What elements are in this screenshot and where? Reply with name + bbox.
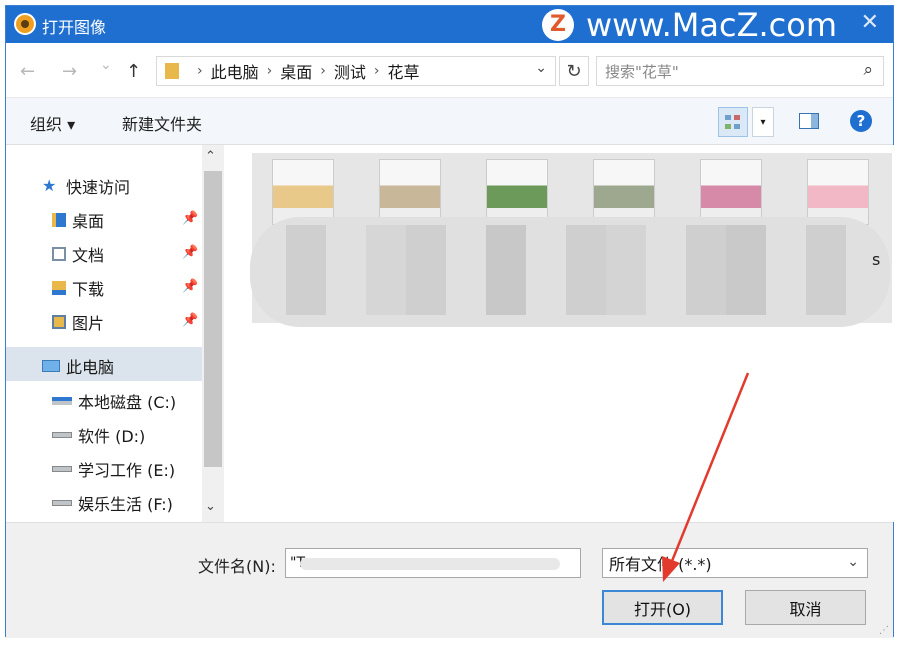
window-title: 打开图像 xyxy=(42,18,107,37)
sidebar-item-drive-c[interactable]: 本地磁盘 (C:) xyxy=(52,386,176,416)
search-placeholder: 搜索"花草" xyxy=(605,62,679,81)
sidebar-item-label: 娱乐生活 (F:) xyxy=(78,495,173,514)
pin-icon[interactable]: 📌 xyxy=(182,313,198,328)
close-icon[interactable]: ✕ xyxy=(861,10,879,35)
filename-input[interactable]: "T ⌄ xyxy=(285,548,581,578)
sidebar-item-documents[interactable]: 文档 xyxy=(52,239,104,269)
pin-icon[interactable]: 📌 xyxy=(182,279,198,294)
app-icon xyxy=(14,13,36,35)
file-type-value: 所有文件 (*.*) xyxy=(609,555,712,574)
watermark-badge: Z xyxy=(542,8,574,41)
navigation-bar: ← → ⌄ ↑ › 此电脑 › 桌面 › 测试 › 花草 ⌄ ↻ 搜索"花草" … xyxy=(6,43,893,97)
breadcrumb-this-pc[interactable]: 此电脑 xyxy=(211,59,259,83)
organize-menu[interactable]: 组织 ▾ xyxy=(30,111,75,135)
open-image-dialog: 打开图像 ✕ Z www.MacZ.com ← → ⌄ ↑ › 此电脑 › 桌面… xyxy=(5,5,895,638)
up-arrow-icon[interactable]: ↑ xyxy=(126,61,141,82)
blurred-filenames xyxy=(250,217,890,327)
drive-icon xyxy=(52,500,72,506)
filename-label: 文件名(N): xyxy=(198,557,276,576)
pictures-folder-icon xyxy=(52,315,66,329)
pink-tulips-thumbnail[interactable] xyxy=(700,159,762,225)
breadcrumb-separator[interactable]: › xyxy=(374,63,380,79)
view-mode-icon[interactable] xyxy=(718,107,748,137)
folder-icon xyxy=(165,63,179,79)
star-icon: ★ xyxy=(42,176,57,195)
pin-icon[interactable]: 📌 xyxy=(182,211,198,226)
scroll-down-icon[interactable]: ⌄ xyxy=(205,499,216,514)
pink-flowers-thumbnail[interactable] xyxy=(807,159,869,225)
drive-icon xyxy=(52,432,72,438)
sidebar-item-label: 软件 (D:) xyxy=(78,427,146,446)
sidebar-item-label: 文档 xyxy=(72,246,105,265)
green-plant-thumbnail[interactable] xyxy=(486,159,548,225)
recent-locations-icon[interactable]: ⌄ xyxy=(100,57,112,73)
sidebar-item-this-pc[interactable]: 此电脑 xyxy=(42,351,114,381)
partial-filename-text: s xyxy=(872,250,881,269)
refresh-icon[interactable]: ↻ xyxy=(559,56,589,86)
address-dropdown-icon[interactable]: ⌄ xyxy=(535,60,547,76)
search-input[interactable]: 搜索"花草" ⌕ xyxy=(596,56,884,86)
breadcrumb-separator[interactable]: › xyxy=(267,63,273,79)
sidebar-scrollbar[interactable]: ⌃ ⌄ xyxy=(202,145,224,522)
sidebar-item-label: 本地磁盘 (C:) xyxy=(78,393,177,412)
breadcrumb-desktop[interactable]: 桌面 xyxy=(280,59,312,83)
sidebar-item-drive-f[interactable]: 娱乐生活 (F:) xyxy=(52,488,173,518)
breadcrumb-flowers[interactable]: 花草 xyxy=(387,59,419,83)
sidebar-item-desktop[interactable]: 桌面 xyxy=(52,205,104,235)
open-button[interactable]: 打开(O) xyxy=(602,590,723,625)
computer-icon xyxy=(42,360,60,372)
drive-icon xyxy=(52,466,72,472)
windows-drive-icon xyxy=(52,397,72,405)
sidebar-item-pictures[interactable]: 图片 xyxy=(52,307,104,337)
breadcrumb-separator[interactable]: › xyxy=(197,63,203,79)
watermark-text: www.MacZ.com xyxy=(586,5,837,44)
sidebar-item-label: 桌面 xyxy=(72,212,105,231)
dialog-footer: 文件名(N): "T ⌄ 所有文件 (*.*) ⌄ 打开(O) 取消 ⋰ xyxy=(6,522,893,638)
forward-arrow-icon[interactable]: → xyxy=(62,61,77,82)
sidebar-item-drive-d[interactable]: 软件 (D:) xyxy=(52,420,145,450)
new-folder-button[interactable]: 新建文件夹 xyxy=(122,111,202,135)
file-type-select[interactable]: 所有文件 (*.*) ⌄ xyxy=(602,548,868,578)
back-arrow-icon[interactable]: ← xyxy=(20,61,35,82)
documents-folder-icon xyxy=(52,247,66,261)
command-toolbar: 组织 ▾ 新建文件夹 ▾ ? xyxy=(6,97,893,145)
breadcrumb-separator[interactable]: › xyxy=(320,63,326,79)
cancel-button[interactable]: 取消 xyxy=(745,590,866,625)
address-bar[interactable]: › 此电脑 › 桌面 › 测试 › 花草 ⌄ xyxy=(156,56,556,86)
sidebar-item-label: 图片 xyxy=(72,314,105,333)
white-flowers-thumbnail[interactable] xyxy=(593,159,655,225)
child-reading-thumbnail[interactable] xyxy=(272,159,334,225)
preview-pane-icon[interactable] xyxy=(799,113,819,129)
table-chairs-thumbnail[interactable] xyxy=(379,159,441,225)
sidebar-item-drive-e[interactable]: 学习工作 (E:) xyxy=(52,454,175,484)
pin-icon[interactable]: 📌 xyxy=(182,245,198,260)
sidebar-item-label: 下载 xyxy=(72,280,105,299)
breadcrumb: › 此电脑 › 桌面 › 测试 › 花草 xyxy=(189,59,420,83)
sidebar-item-downloads[interactable]: 下载 xyxy=(52,273,104,303)
scrollbar-thumb[interactable] xyxy=(204,171,222,467)
view-dropdown-icon[interactable]: ▾ xyxy=(752,107,774,137)
sidebar-item-label: 快速访问 xyxy=(66,178,131,197)
search-icon[interactable]: ⌕ xyxy=(863,60,873,80)
help-icon[interactable]: ? xyxy=(850,110,872,132)
scroll-up-icon[interactable]: ⌃ xyxy=(205,149,216,164)
file-list[interactable]: s xyxy=(232,145,895,522)
navigation-pane: ★ 快速访问 桌面 📌 文档 📌 下载 📌 图片 📌 此电脑 本地磁盘 (C:)… xyxy=(6,145,224,522)
chevron-down-icon[interactable]: ⌄ xyxy=(847,554,859,570)
sidebar-item-label: 此电脑 xyxy=(66,358,115,377)
sidebar-item-quick-access[interactable]: ★ 快速访问 xyxy=(42,171,130,201)
watermark: Z www.MacZ.com xyxy=(542,5,837,44)
resize-grip-icon[interactable]: ⋰ xyxy=(879,625,889,636)
breadcrumb-test[interactable]: 测试 xyxy=(334,59,366,83)
sidebar-item-label: 学习工作 (E:) xyxy=(78,461,176,480)
desktop-folder-icon xyxy=(52,213,66,227)
downloads-folder-icon xyxy=(52,281,66,295)
blurred-filename xyxy=(300,558,560,570)
